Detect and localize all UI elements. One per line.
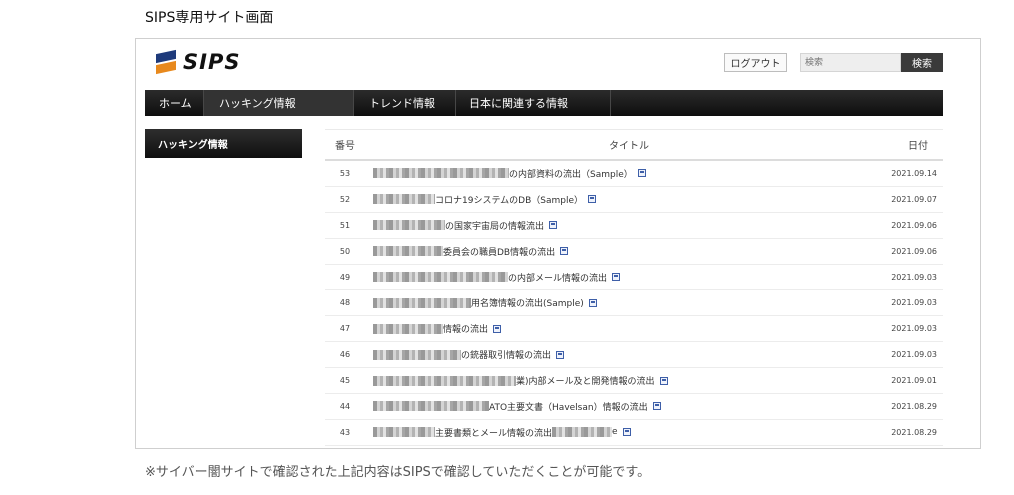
search-input[interactable] xyxy=(800,53,901,72)
row-number: 49 xyxy=(339,272,351,282)
table-row[interactable]: 44 ATO主要文書（Havelsan）情報の流出 2021.08.29 xyxy=(325,394,943,420)
sips-logo[interactable]: SIPS xyxy=(156,49,241,75)
redacted-text xyxy=(373,168,509,179)
row-title-tail: e xyxy=(612,427,618,438)
document-icon xyxy=(588,298,597,307)
column-header-date: 日付 xyxy=(908,141,928,152)
table-row[interactable]: 51 の国家宇宙局の情報流出 2021.09.06 xyxy=(325,213,943,239)
redacted-text xyxy=(552,427,613,438)
row-date: 2021.09.03 xyxy=(891,324,937,334)
row-number: 50 xyxy=(339,246,351,256)
redacted-text xyxy=(373,375,516,386)
table-row[interactable]: 47 情報の流出 2021.09.03 xyxy=(325,316,943,343)
logout-button[interactable]: ログアウト xyxy=(724,53,787,72)
table-row[interactable]: 53 の内部資料の流出（Sample） 2021.09.14 xyxy=(325,161,943,187)
row-title-link[interactable]: コロナ19システムのDB（Sample） xyxy=(435,193,583,206)
row-title-link[interactable]: 主要書類とメール情報の流出 xyxy=(435,426,552,439)
redacted-text xyxy=(373,427,435,438)
row-number: 44 xyxy=(339,401,351,411)
table-row[interactable]: 46 の銃器取引情報の流出 2021.09.03 xyxy=(325,342,943,369)
document-icon xyxy=(560,247,569,256)
search-button[interactable]: 検索 xyxy=(901,53,943,72)
row-number: 48 xyxy=(339,298,351,308)
row-title-link[interactable]: の国家宇宙局の情報流出 xyxy=(445,219,544,232)
nav-item-trend-info[interactable]: トレンド情報 xyxy=(354,90,456,116)
document-icon xyxy=(493,324,502,333)
document-icon xyxy=(549,221,558,230)
row-number: 53 xyxy=(339,168,351,178)
table-row[interactable]: 43 主要書類とメール情報の流出 e 2021.08.29 xyxy=(325,420,943,446)
document-icon xyxy=(588,195,597,204)
row-date: 2021.09.03 xyxy=(891,272,937,282)
column-header-title: タイトル xyxy=(609,141,649,152)
row-title-link[interactable]: 用名簿情報の流出(Sample) xyxy=(471,296,584,309)
table-row[interactable]: 45 業)内部メール及と開発情報の流出 2021.09.01 xyxy=(325,368,943,395)
table-header: 番号 タイトル 日付 xyxy=(325,129,943,161)
document-icon xyxy=(612,273,621,281)
row-date: 2021.09.07 xyxy=(891,194,937,204)
redacted-text xyxy=(373,323,443,334)
row-date: 2021.09.03 xyxy=(891,298,937,308)
redacted-text xyxy=(373,297,471,308)
row-date: 2021.09.06 xyxy=(891,220,937,230)
row-number: 45 xyxy=(339,376,351,386)
nav-item-hacking-info[interactable]: ハッキング情報 xyxy=(204,90,354,116)
document-icon xyxy=(622,428,631,437)
row-title-link[interactable]: ATO主要文書（Havelsan）情報の流出 xyxy=(489,400,648,413)
row-title-link[interactable]: 委員会の職員DB情報の流出 xyxy=(443,245,555,258)
table-row[interactable]: 48 用名簿情報の流出(Sample) 2021.09.03 xyxy=(325,290,943,317)
row-number: 46 xyxy=(339,350,351,360)
document-icon xyxy=(652,402,661,411)
logo-text: SIPS xyxy=(183,50,241,74)
row-date: 2021.09.06 xyxy=(891,246,937,256)
nav-item-home[interactable]: ホーム xyxy=(145,90,204,116)
row-number: 47 xyxy=(339,324,351,334)
row-date: 2021.09.14 xyxy=(891,168,937,178)
redacted-text xyxy=(373,401,489,412)
sidebar-item-hacking-info[interactable]: ハッキング情報 xyxy=(145,129,302,158)
row-number: 52 xyxy=(339,194,351,204)
document-icon xyxy=(556,350,565,359)
redacted-text xyxy=(373,349,461,360)
page-caption: SIPS専用サイト画面 xyxy=(145,10,274,26)
main-nav: ホーム ハッキング情報 トレンド情報 日本に関連する情報 xyxy=(145,90,943,116)
redacted-text xyxy=(373,272,508,282)
table-row[interactable]: 50 委員会の職員DB情報の流出 2021.09.06 xyxy=(325,239,943,265)
row-date: 2021.08.29 xyxy=(891,401,937,411)
article-table: 番号 タイトル 日付 53 の内部資料の流出（Sample） 2021.09.1… xyxy=(325,129,943,446)
sips-logo-icon xyxy=(156,49,176,75)
row-title-link[interactable]: 業)内部メール及と開発情報の流出 xyxy=(516,374,655,387)
nav-item-japan-related[interactable]: 日本に関連する情報 xyxy=(456,90,611,116)
document-icon xyxy=(659,376,668,385)
table-row[interactable]: 52 コロナ19システムのDB（Sample） 2021.09.07 xyxy=(325,187,943,213)
footnote: ※サイバー闇サイトで確認された上記内容はSIPSで確認していただくことが可能です… xyxy=(145,465,651,480)
row-title-link[interactable]: の内部資料の流出（Sample） xyxy=(509,167,633,180)
redacted-text xyxy=(373,246,443,257)
row-title-link[interactable]: の銃器取引情報の流出 xyxy=(461,348,551,361)
row-title-link[interactable]: の内部メール情報の流出 xyxy=(508,271,607,284)
row-number: 51 xyxy=(339,220,351,230)
sips-site-window: SIPS ログアウト 検索 ホーム ハッキング情報 トレンド情報 日本に関連する… xyxy=(135,38,981,449)
redacted-text xyxy=(373,220,445,231)
table-row[interactable]: 49 の内部メール情報の流出 2021.09.03 xyxy=(325,265,943,291)
document-icon xyxy=(637,169,646,178)
row-date: 2021.09.03 xyxy=(891,350,937,360)
column-header-number: 番号 xyxy=(335,141,355,152)
row-date: 2021.08.29 xyxy=(891,427,937,437)
row-title-link[interactable]: 情報の流出 xyxy=(443,322,488,335)
redacted-text xyxy=(373,194,435,205)
row-number: 43 xyxy=(339,427,351,437)
row-date: 2021.09.01 xyxy=(891,376,937,386)
